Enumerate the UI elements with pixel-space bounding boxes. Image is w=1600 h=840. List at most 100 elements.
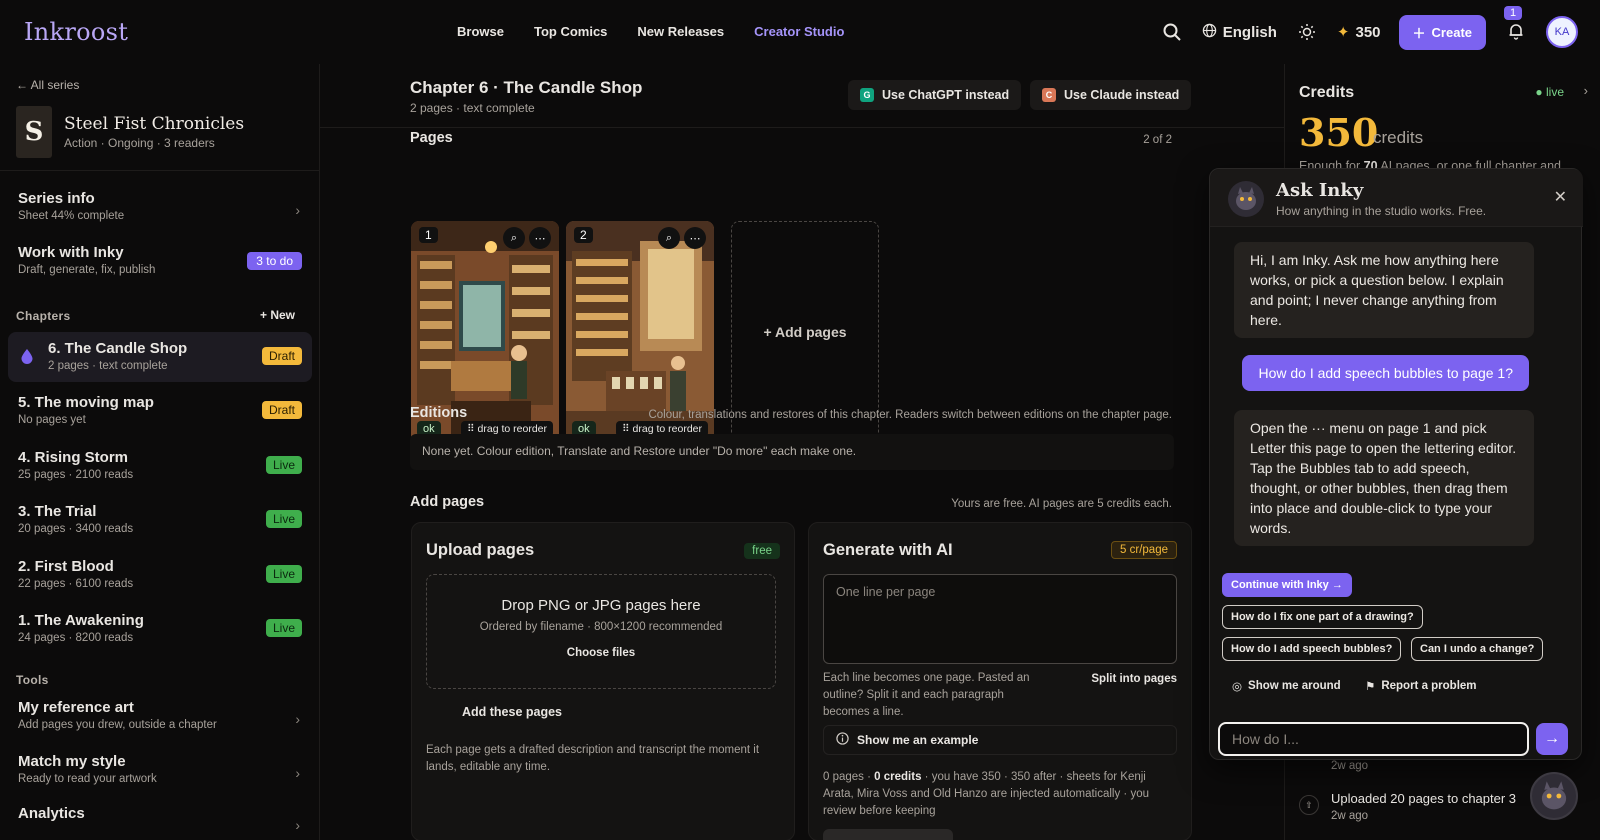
cost-pre: 0 pages · xyxy=(823,771,875,783)
upload-note: Each page gets a drafted description and… xyxy=(426,744,760,773)
editions-label: Editions xyxy=(410,405,468,421)
chapter-heading: Chapter 6 · The Candle Shop xyxy=(410,78,643,97)
live-indicator: ● live xyxy=(1535,85,1564,99)
top-bar: Inkroost Browse Top Comics New Releases … xyxy=(0,0,1600,64)
sidebar-item-analytics[interactable]: Analytics › xyxy=(0,805,320,833)
zoom-icon[interactable]: ⌕ xyxy=(658,227,680,249)
chapter-item-3[interactable]: 3. The Trial 20 pages · 3400 reads Live xyxy=(8,495,312,545)
suggestion-chip[interactable]: How do I add speech bubbles? xyxy=(1222,637,1402,661)
chapter-item-1[interactable]: 1. The Awakening 24 pages · 8200 reads L… xyxy=(8,604,312,654)
compass-icon: ◎ xyxy=(1232,681,1243,693)
chapter-item-2[interactable]: 2. First Blood 22 pages · 6100 reads Liv… xyxy=(8,550,312,600)
globe-icon xyxy=(1202,23,1217,42)
notifications-button[interactable]: 1 xyxy=(1504,6,1528,44)
credits-title: Credits xyxy=(1299,84,1355,101)
drop-icon xyxy=(20,348,34,367)
series-title: Steel Fist Chronicles xyxy=(64,114,245,134)
new-chapter-button[interactable]: + New xyxy=(260,308,295,322)
tool-sub: Add pages you drew, outside a chapter xyxy=(18,719,217,731)
sidebar-item-reference-art[interactable]: My reference art Add pages you drew, out… xyxy=(0,699,320,731)
show-around-label: Show me around xyxy=(1248,680,1341,692)
close-icon[interactable]: ✕ xyxy=(1554,187,1567,207)
suggestion-chip[interactable]: How do I fix one part of a drawing? xyxy=(1222,605,1423,629)
more-options-icon[interactable]: ⋯ xyxy=(529,227,551,249)
use-chatgpt-button[interactable]: G Use ChatGPT instead xyxy=(848,80,1022,110)
create-button[interactable]: ＋ Create xyxy=(1398,14,1486,50)
credits-amount: 350 xyxy=(1299,110,1379,155)
send-arrow-icon[interactable]: → xyxy=(1536,723,1568,755)
generate-button[interactable] xyxy=(823,829,953,840)
credits-per-page-badge: 5 cr/page xyxy=(1111,541,1177,559)
editions-empty: None yet. Colour edition, Translate and … xyxy=(410,434,1174,470)
chevron-right-icon[interactable]: › xyxy=(1584,83,1588,98)
upload-panel: Upload pages free Drop PNG or JPG pages … xyxy=(411,522,795,840)
chat-title: Ask Inky xyxy=(1276,180,1364,201)
generate-panel: Generate with AI 5 cr/page Each line bec… xyxy=(808,522,1192,840)
zoom-icon[interactable]: ⌕ xyxy=(503,227,525,249)
use-claude-button[interactable]: C Use Claude instead xyxy=(1030,80,1192,110)
series-info-sub: Sheet 44% complete xyxy=(18,210,125,222)
choose-files-button[interactable]: Choose files xyxy=(427,647,775,659)
cost-credits: 0 credits xyxy=(874,771,922,783)
header-divider xyxy=(320,127,1284,128)
status-badge: Draft xyxy=(261,347,302,365)
report-problem-button[interactable]: ⚑ Report a problem xyxy=(1365,679,1477,693)
upload-icon: ⇧ xyxy=(1299,795,1319,815)
use-chatgpt-label: Use ChatGPT instead xyxy=(882,88,1010,102)
language-label: English xyxy=(1222,23,1277,41)
show-me-around-button[interactable]: ◎ Show me around xyxy=(1232,679,1341,693)
use-claude-label: Use Claude instead xyxy=(1064,88,1180,102)
nav-browse[interactable]: Browse xyxy=(457,24,504,39)
credits-indicator[interactable]: ✦ 350 xyxy=(1336,23,1381,42)
chevron-right-icon: › xyxy=(295,202,300,218)
chevron-right-icon: › xyxy=(295,711,300,727)
avatar[interactable]: KA xyxy=(1546,16,1578,48)
chat-subtitle: How anything in the studio works. Free. xyxy=(1276,204,1487,218)
suggestion-chip[interactable]: Can I undo a change? xyxy=(1411,637,1544,661)
cost-summary: 0 pages · 0 credits · you have 350 · 350… xyxy=(823,769,1177,820)
upload-dropzone[interactable]: Drop PNG or JPG pages here Ordered by fi… xyxy=(426,574,776,689)
inky-avatar-icon xyxy=(1228,181,1264,217)
search-icon[interactable] xyxy=(1160,20,1184,44)
status-badge: Live xyxy=(265,619,302,637)
theme-toggle-sun-icon[interactable] xyxy=(1295,20,1319,44)
credits-unit: credits xyxy=(1373,128,1424,147)
generate-title: Generate with AI xyxy=(823,541,953,559)
chat-input[interactable] xyxy=(1218,722,1529,756)
status-badge: Live xyxy=(265,456,302,474)
all-series-link[interactable]: ← All series xyxy=(16,78,79,92)
sparkle-icon: ✦ xyxy=(1336,24,1350,41)
chat-message-bot: Open the ··· menu on page 1 and pick Let… xyxy=(1234,410,1534,546)
sidebar-item-series-info[interactable]: Series info Sheet 44% complete › xyxy=(0,190,320,222)
series-cover: S xyxy=(16,106,52,158)
status-badge: Live xyxy=(265,510,302,528)
nav-new-releases[interactable]: New Releases xyxy=(637,24,724,39)
language-selector[interactable]: English xyxy=(1202,23,1277,42)
add-pages-note: Yours are free. AI pages are 5 credits e… xyxy=(951,498,1172,510)
create-label: Create xyxy=(1431,24,1472,40)
chat-header: Ask Inky How anything in the studio work… xyxy=(1210,169,1583,227)
nav-creator-studio[interactable]: Creator Studio xyxy=(754,24,844,39)
page-lines-input[interactable] xyxy=(823,574,1177,664)
generate-note: Each line becomes one page. Pasted an ou… xyxy=(823,672,1030,718)
chapter-item-4[interactable]: 4. Rising Storm 25 pages · 2100 reads Li… xyxy=(8,441,312,491)
dropzone-title: Drop PNG or JPG pages here xyxy=(501,597,701,614)
add-these-pages-button[interactable]: Add these pages xyxy=(432,698,592,726)
main-nav: Browse Top Comics New Releases Creator S… xyxy=(457,24,844,39)
sidebar-item-match-style[interactable]: Match my style Ready to read your artwor… xyxy=(0,753,320,785)
continue-with-inky-button[interactable]: Continue with Inky → xyxy=(1222,573,1352,597)
todo-badge: 3 to do xyxy=(247,252,302,270)
sidebar-item-work-with-inky[interactable]: Work with Inky Draft, generate, fix, pub… xyxy=(0,244,320,276)
notification-count: 1 xyxy=(1504,6,1523,20)
series-meta: Action · Ongoing · 3 readers xyxy=(64,136,215,150)
chapter-item-5[interactable]: 5. The moving map No pages yet Draft xyxy=(8,386,312,436)
inky-floating-avatar-icon[interactable] xyxy=(1530,772,1578,820)
nav-top-comics[interactable]: Top Comics xyxy=(534,24,607,39)
bell-icon xyxy=(1507,22,1525,43)
split-into-pages-button[interactable]: Split into pages xyxy=(1091,673,1177,685)
show-example-button[interactable]: Show me an example xyxy=(823,725,1177,755)
logo[interactable]: Inkroost xyxy=(24,18,128,46)
chapter-item-6[interactable]: 6. The Candle Shop 2 pages · text comple… xyxy=(8,332,312,382)
more-options-icon[interactable]: ⋯ xyxy=(684,227,706,249)
activity-title: Uploaded 20 pages to chapter 3 xyxy=(1331,791,1517,806)
